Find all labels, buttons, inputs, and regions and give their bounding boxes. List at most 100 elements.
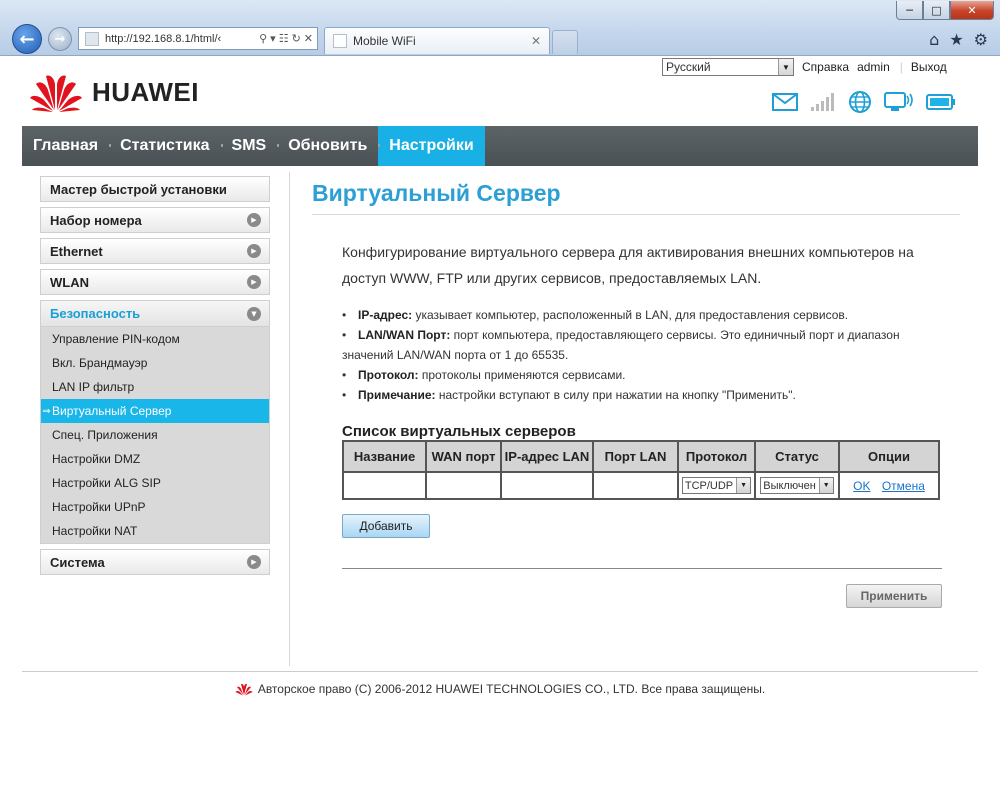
search-icon[interactable]: ⚲	[259, 32, 267, 45]
add-button[interactable]: Добавить	[342, 514, 430, 538]
sidebar-item-ethernet[interactable]: Ethernet ▶	[40, 238, 270, 264]
chevron-right-icon: ▶	[247, 244, 261, 258]
bullet-ip: • IP-адрес: указывает компьютер, располож…	[342, 305, 932, 325]
battery-icon	[926, 94, 955, 110]
copyright-text: Авторское право (C) 2006-2012 HUAWEI TEC…	[257, 682, 766, 696]
column-header: WAN порт	[425, 440, 502, 473]
router-web-page: Русский ▼ Справка admin | Выход HUAWEI Г…	[0, 56, 1000, 800]
bullet-text: настройки вступают в силу при нажатии на…	[435, 388, 796, 402]
close-window-button[interactable]: ✕	[950, 1, 994, 20]
nav-sms[interactable]: SMS	[220, 126, 278, 166]
ok-link[interactable]: OK	[853, 479, 870, 493]
minimize-button[interactable]: ─	[896, 1, 923, 20]
language-select[interactable]: Русский ▼	[662, 58, 794, 76]
address-text[interactable]: http://192.168.8.1/html/‹	[105, 33, 259, 45]
sidebar-item-security[interactable]: Безопасность ▼	[41, 301, 269, 327]
table-row: TCP/UDP ▼ Выключен ▼ OK Отмена	[342, 471, 940, 500]
sidebar-subitem-dmz[interactable]: Настройки DMZ	[41, 447, 269, 471]
bullet-term: LAN/WAN Порт:	[358, 328, 451, 342]
sidebar-item-dialup[interactable]: Набор номера ▶	[40, 207, 270, 233]
back-arrow-icon: ←	[19, 28, 35, 50]
content-divider	[289, 172, 290, 666]
sidebar-item-system[interactable]: Система ▶	[40, 549, 270, 575]
help-bullets: • IP-адрес: указывает компьютер, располож…	[342, 305, 932, 405]
sidebar-item-label: Мастер быстрой установки	[50, 181, 227, 197]
address-actions: ⚲ ▾ ☷ ↻ ✕	[259, 32, 317, 45]
mail-icon[interactable]	[772, 93, 798, 111]
chevron-right-icon: ▶	[247, 213, 261, 227]
chevron-down-icon[interactable]: ▼	[818, 478, 833, 493]
lan-port-cell[interactable]	[592, 471, 679, 500]
stop-icon[interactable]: ✕	[304, 32, 313, 45]
sidebar-subitem-lan-ip-filter[interactable]: LAN IP фильтр	[41, 375, 269, 399]
window-controls: ─ □ ✕	[896, 1, 994, 20]
sidebar-group-security: Безопасность ▼ Управление PIN-кодом Вкл.…	[40, 300, 270, 544]
star-icon[interactable]: ★	[949, 30, 963, 49]
sidebar-subitem-alg-sip[interactable]: Настройки ALG SIP	[41, 471, 269, 495]
sidebar-subitem-virtual-server[interactable]: ⇒ Виртуальный Сервер	[41, 399, 269, 423]
nav-settings[interactable]: Настройки	[378, 126, 485, 166]
sidebar-item-label: WLAN	[50, 274, 89, 290]
wan-port-cell[interactable]	[425, 471, 502, 500]
cancel-link[interactable]: Отмена	[882, 479, 925, 493]
bullet-dot: •	[342, 388, 347, 402]
compat-view-icon[interactable]: ☷	[279, 32, 289, 45]
logout-link[interactable]: Выход	[911, 60, 947, 74]
refresh-icon[interactable]: ↻	[292, 32, 301, 45]
sidebar-subitem-upnp[interactable]: Настройки UPnP	[41, 495, 269, 519]
nav-update[interactable]: Обновить	[277, 126, 378, 166]
sidebar-item-quick-setup[interactable]: Мастер быстрой установки	[40, 176, 270, 202]
help-link[interactable]: Справка	[802, 60, 849, 74]
dropdown-icon[interactable]: ▾	[270, 32, 276, 45]
column-header: Порт LAN	[592, 440, 679, 473]
footer: Авторское право (C) 2006-2012 HUAWEI TEC…	[0, 682, 1000, 696]
back-button[interactable]: ←	[12, 24, 42, 54]
page-favicon-icon	[85, 31, 99, 46]
home-icon[interactable]: ⌂	[929, 30, 939, 49]
column-header: Название	[342, 440, 427, 473]
nav-statistics[interactable]: Статистика	[109, 126, 220, 166]
apply-button[interactable]: Применить	[846, 584, 942, 608]
address-bar[interactable]: http://192.168.8.1/html/‹ ⚲ ▾ ☷ ↻ ✕	[78, 27, 318, 50]
ip-cell[interactable]	[500, 471, 594, 500]
protocol-cell: TCP/UDP ▼	[677, 471, 756, 500]
sidebar-subitem-pin[interactable]: Управление PIN-кодом	[41, 327, 269, 351]
status-icons	[772, 90, 956, 114]
tab-close-icon[interactable]: ✕	[531, 34, 541, 48]
huawei-logo: HUAWEI	[28, 70, 199, 114]
virtual-server-table: Название WAN порт IP-адрес LAN Порт LAN …	[342, 440, 940, 500]
protocol-value: TCP/UDP	[684, 479, 734, 492]
forward-button[interactable]: →	[48, 27, 72, 51]
sidebar-subitem-label: Виртуальный Сервер	[52, 404, 172, 418]
sidebar-item-label: Набор номера	[50, 212, 142, 228]
browser-tab[interactable]: Mobile WiFi ✕	[324, 27, 550, 54]
globe-icon	[849, 91, 871, 113]
top-links: Русский ▼ Справка admin | Выход	[662, 58, 947, 76]
sidebar: Мастер быстрой установки Набор номера ▶ …	[40, 176, 270, 580]
column-header: Опции	[838, 440, 940, 473]
bullet-dot: •	[342, 328, 347, 342]
status-select[interactable]: Выключен ▼	[760, 477, 834, 494]
bullet-protocol: • Протокол: протоколы применяются сервиса…	[342, 365, 932, 385]
maximize-button[interactable]: □	[923, 1, 950, 20]
table-header-row: Название WAN порт IP-адрес LAN Порт LAN …	[342, 440, 940, 473]
chevron-right-icon: ▶	[247, 555, 261, 569]
browser-toolbar: ⌂ ★ ⚙	[929, 30, 988, 49]
name-cell[interactable]	[342, 471, 427, 500]
bullet-note: • Примечание: настройки вступают в силу п…	[342, 385, 932, 405]
chevron-down-icon[interactable]: ▼	[778, 59, 793, 75]
gear-icon[interactable]: ⚙	[974, 30, 988, 49]
protocol-select[interactable]: TCP/UDP ▼	[681, 477, 752, 494]
sidebar-subitem-nat[interactable]: Настройки NAT	[41, 519, 269, 543]
current-arrow-icon: ⇒	[42, 405, 51, 417]
status-cell: Выключен ▼	[754, 471, 840, 500]
separator: |	[899, 60, 903, 74]
username: admin	[857, 60, 890, 74]
chevron-down-icon[interactable]: ▼	[736, 478, 751, 493]
sidebar-item-wlan[interactable]: WLAN ▶	[40, 269, 270, 295]
bullet-term: IP-адрес:	[358, 308, 413, 322]
new-tab-button[interactable]	[552, 30, 578, 54]
nav-home[interactable]: Главная	[22, 126, 109, 166]
sidebar-subitem-firewall[interactable]: Вкл. Брандмауэр	[41, 351, 269, 375]
sidebar-subitem-special-apps[interactable]: Спец. Приложения	[41, 423, 269, 447]
